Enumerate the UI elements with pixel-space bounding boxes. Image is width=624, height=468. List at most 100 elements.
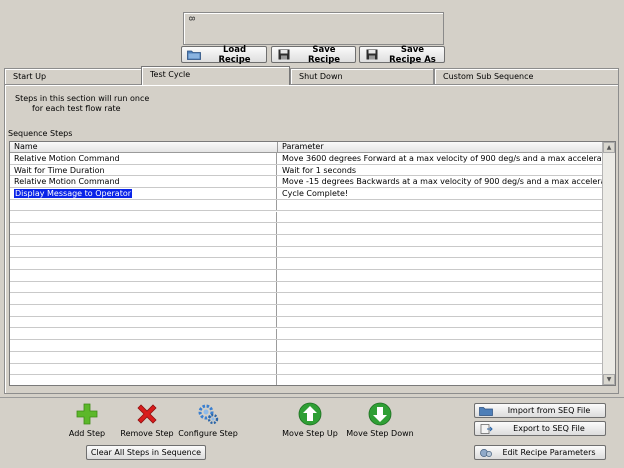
table-row[interactable]: Wait for Time Duration Wait for 1 seconds xyxy=(10,164,603,177)
vertical-scrollbar[interactable]: ▲ ▼ xyxy=(602,142,615,385)
step-name-cell[interactable] xyxy=(10,375,277,385)
move-step-up-button[interactable]: Move Step Up xyxy=(273,402,347,444)
step-parameter-cell[interactable]: Move 3600 degrees Forward at a max veloc… xyxy=(278,153,603,164)
step-parameter-cell[interactable] xyxy=(278,223,603,234)
step-name-cell[interactable] xyxy=(10,246,277,258)
clear-all-steps-button[interactable]: Clear All Steps in Sequence xyxy=(86,445,206,460)
plus-icon xyxy=(76,403,98,425)
step-parameter-cell[interactable] xyxy=(278,270,603,281)
step-name-cell[interactable] xyxy=(10,223,277,234)
step-parameter-cell[interactable] xyxy=(278,317,603,328)
step-name-cell[interactable] xyxy=(10,351,277,363)
table-row[interactable] xyxy=(10,363,603,376)
column-header-parameter[interactable]: Parameter xyxy=(278,142,603,153)
import-seq-file-label: Import from SEQ File xyxy=(507,406,591,415)
table-row[interactable]: Display Message to Operator Cycle Complet… xyxy=(10,188,603,200)
step-parameter-cell[interactable] xyxy=(278,293,603,304)
edit-recipe-parameters-button[interactable]: Edit Recipe Parameters xyxy=(474,445,606,460)
step-parameter-cell[interactable] xyxy=(278,247,603,258)
step-parameter-cell[interactable] xyxy=(278,235,603,246)
column-header-name[interactable]: Name xyxy=(10,142,278,153)
step-parameter-cell[interactable] xyxy=(278,352,603,363)
step-name-cell[interactable] xyxy=(10,211,277,223)
table-row[interactable] xyxy=(10,328,603,341)
table-row[interactable] xyxy=(10,305,603,317)
step-name-cell[interactable] xyxy=(10,363,277,375)
step-name-cell[interactable]: Display Message to Operator xyxy=(10,188,277,199)
table-row[interactable] xyxy=(10,351,603,364)
tab-start-up[interactable]: Start Up xyxy=(4,68,144,84)
step-name-cell[interactable] xyxy=(10,316,277,328)
step-parameter-text: Move 3600 degrees Forward at a max veloc… xyxy=(282,154,603,163)
document-export-icon xyxy=(480,423,493,434)
step-parameter-cell[interactable] xyxy=(278,375,603,385)
step-name-cell[interactable] xyxy=(10,258,277,269)
export-seq-file-button[interactable]: Export to SEQ File xyxy=(474,421,606,436)
move-step-down-button[interactable]: Move Step Down xyxy=(343,402,417,444)
table-row[interactable] xyxy=(10,199,603,212)
save-recipe-label: Save Recipe xyxy=(307,44,341,65)
load-recipe-button[interactable]: Load Recipe xyxy=(181,45,267,65)
table-row[interactable] xyxy=(10,375,603,385)
table-row[interactable] xyxy=(10,246,603,259)
table-row[interactable] xyxy=(10,234,603,247)
configure-step-label: Configure Step xyxy=(178,429,238,438)
step-parameter-cell[interactable] xyxy=(278,340,603,351)
tab-custom-sub-sequence[interactable]: Custom Sub Sequence xyxy=(434,68,619,84)
sequence-steps-table[interactable]: Name Parameter Relative Motion Command Mo… xyxy=(9,141,616,386)
step-name-cell[interactable] xyxy=(10,234,277,246)
import-seq-file-button[interactable]: Import from SEQ File xyxy=(474,403,606,418)
x-icon xyxy=(137,404,157,424)
export-seq-file-label: Export to SEQ File xyxy=(513,424,585,433)
recipe-name-box: 8 xyxy=(183,12,444,45)
table-row[interactable]: Relative Motion Command Move 3600 degrees… xyxy=(10,153,603,165)
step-name-text: Relative Motion Command xyxy=(14,177,120,187)
table-row[interactable] xyxy=(10,293,603,306)
step-parameter-cell[interactable] xyxy=(278,258,603,269)
step-parameter-cell[interactable] xyxy=(278,282,603,293)
table-row[interactable] xyxy=(10,211,603,224)
tab-test-cycle[interactable]: Test Cycle xyxy=(141,66,290,85)
step-name-cell[interactable]: Relative Motion Command xyxy=(10,153,277,164)
step-parameter-cell[interactable]: Wait for 1 seconds xyxy=(278,165,603,176)
gears-icon xyxy=(198,404,219,425)
step-name-cell[interactable] xyxy=(10,199,277,211)
step-name-cell[interactable] xyxy=(10,281,277,293)
table-row[interactable] xyxy=(10,270,603,282)
scroll-up-icon[interactable]: ▲ xyxy=(603,142,615,153)
folder-icon xyxy=(187,50,201,60)
step-parameter-cell[interactable]: Move -15 degrees Backwards at a max velo… xyxy=(278,176,603,187)
step-name-cell[interactable] xyxy=(10,270,277,281)
step-parameter-cell[interactable] xyxy=(278,200,603,211)
step-name-cell[interactable] xyxy=(10,328,277,340)
step-parameter-cell[interactable]: Cycle Complete! xyxy=(278,188,603,199)
step-name-cell[interactable] xyxy=(10,305,277,316)
scroll-down-icon[interactable]: ▼ xyxy=(603,374,615,385)
description-line: for each test flow rate xyxy=(32,104,121,113)
folder-icon xyxy=(479,406,493,416)
sequence-steps-label: Sequence Steps xyxy=(8,129,73,138)
tab-shut-down[interactable]: Shut Down xyxy=(290,68,434,84)
save-recipe-button[interactable]: Save Recipe xyxy=(271,44,356,65)
step-parameter-cell[interactable] xyxy=(278,364,603,375)
step-name-cell[interactable]: Relative Motion Command xyxy=(10,176,277,188)
table-row[interactable] xyxy=(10,316,603,329)
clear-all-steps-label: Clear All Steps in Sequence xyxy=(90,448,202,457)
table-row[interactable] xyxy=(10,340,603,352)
table-row[interactable] xyxy=(10,281,603,294)
save-recipe-as-button[interactable]: Save Recipe As xyxy=(359,45,445,65)
step-parameter-cell[interactable] xyxy=(278,305,603,316)
step-name-cell[interactable]: Wait for Time Duration xyxy=(10,164,277,176)
step-name-cell[interactable] xyxy=(10,340,277,351)
remove-step-label: Remove Step xyxy=(120,429,174,438)
table-row[interactable] xyxy=(10,258,603,270)
move-step-up-label: Move Step Up xyxy=(282,429,338,438)
step-name-text: Relative Motion Command xyxy=(14,154,120,163)
step-parameter-cell[interactable] xyxy=(278,212,603,223)
step-name-cell[interactable] xyxy=(10,293,277,305)
step-parameter-cell[interactable] xyxy=(278,329,603,340)
tab-label: Custom Sub Sequence xyxy=(443,72,534,81)
table-row[interactable]: Relative Motion Command Move -15 degrees … xyxy=(10,176,603,189)
table-row[interactable] xyxy=(10,223,603,235)
configure-step-button[interactable]: Configure Step xyxy=(171,402,245,444)
